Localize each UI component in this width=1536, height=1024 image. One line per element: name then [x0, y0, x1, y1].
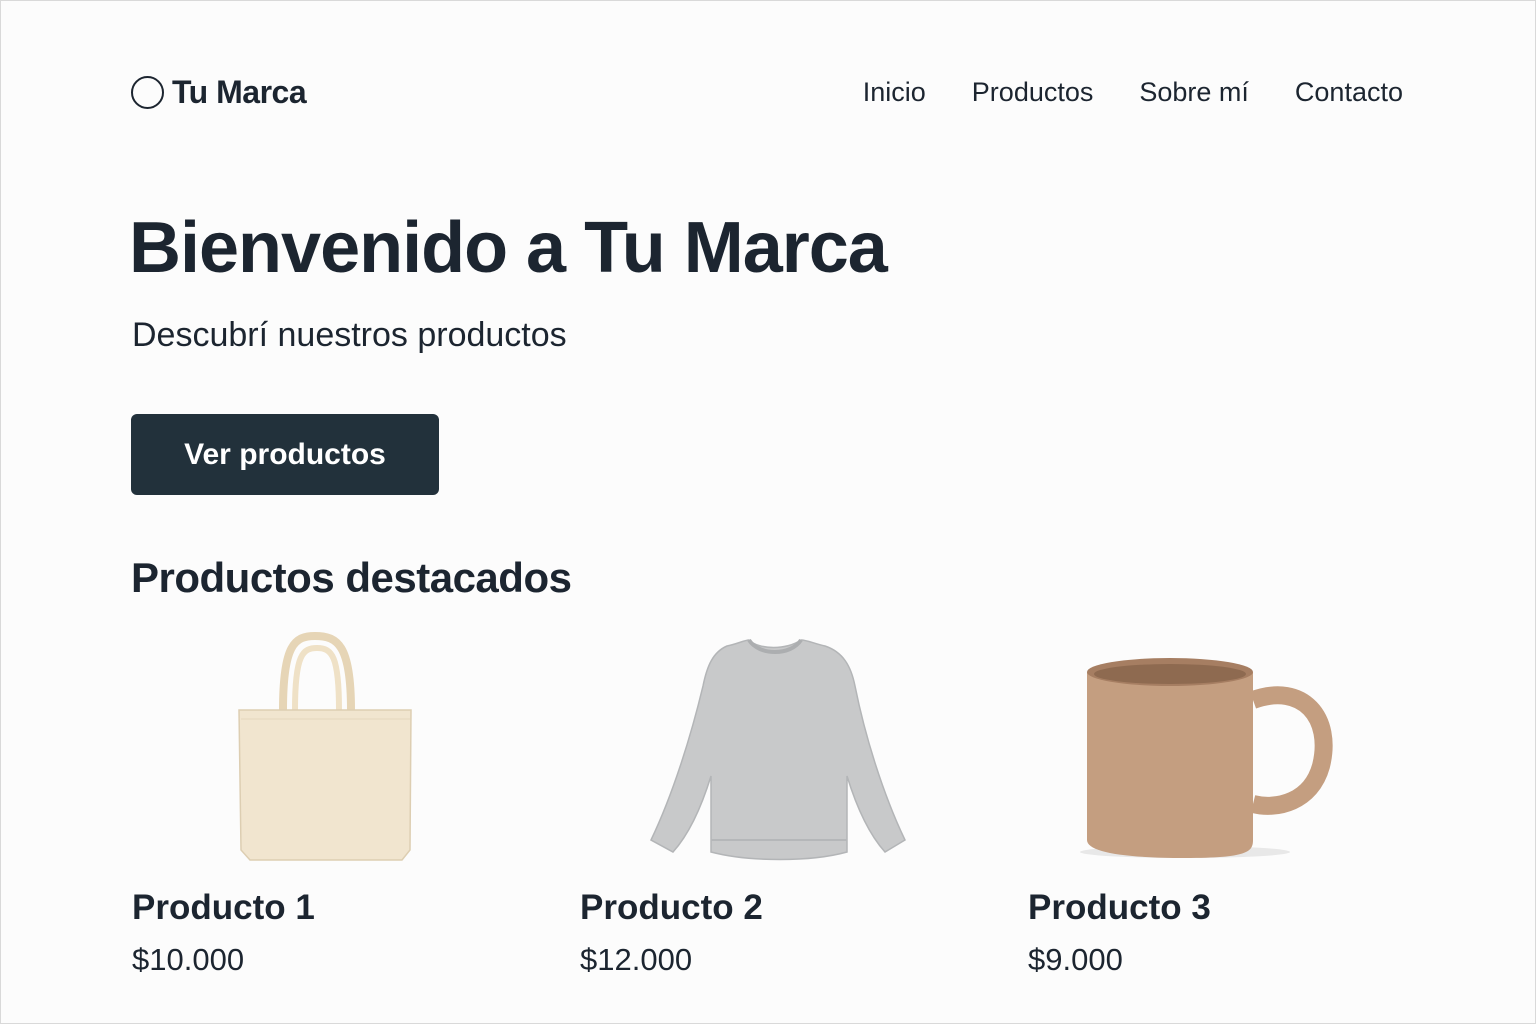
featured-title: Productos destacados	[131, 554, 572, 601]
nav-item-inicio[interactable]: Inicio	[863, 77, 926, 108]
sweatshirt-image[interactable]	[579, 626, 1019, 871]
brand-name: Tu Marca	[172, 73, 307, 110]
product-card[interactable]: Producto 1 $10.000	[131, 626, 571, 977]
hero-title: Bienvenido a Tu Marca	[129, 208, 888, 288]
nav-item-sobre-mi[interactable]: Sobre mí	[1139, 77, 1249, 108]
product-price: $10.000	[132, 942, 245, 977]
hero-subtitle: Descubrí nuestros productos	[132, 316, 567, 354]
brand-logo[interactable]: Tu Marca	[131, 73, 307, 111]
product-price: $12.000	[580, 942, 693, 977]
view-products-button[interactable]: Ver productos	[131, 414, 439, 495]
nav-item-productos[interactable]: Productos	[972, 77, 1094, 108]
product-card[interactable]: Producto 2 $12.000	[579, 626, 1019, 977]
nav-item-contacto[interactable]: Contacto	[1295, 77, 1403, 108]
product-name[interactable]: Producto 3	[1028, 888, 1211, 928]
product-name[interactable]: Producto 1	[132, 888, 315, 928]
mug-image[interactable]	[1027, 626, 1467, 871]
circle-logo-icon	[131, 75, 164, 109]
product-card[interactable]: Producto 3 $9.000	[1027, 626, 1467, 977]
product-price: $9.000	[1028, 942, 1123, 977]
tote-bag-image[interactable]	[131, 626, 571, 871]
site-header: Tu Marca Inicio Productos Sobre mí Conta…	[131, 69, 1403, 115]
product-name[interactable]: Producto 2	[580, 888, 763, 928]
main-nav: Inicio Productos Sobre mí Contacto	[863, 77, 1403, 108]
